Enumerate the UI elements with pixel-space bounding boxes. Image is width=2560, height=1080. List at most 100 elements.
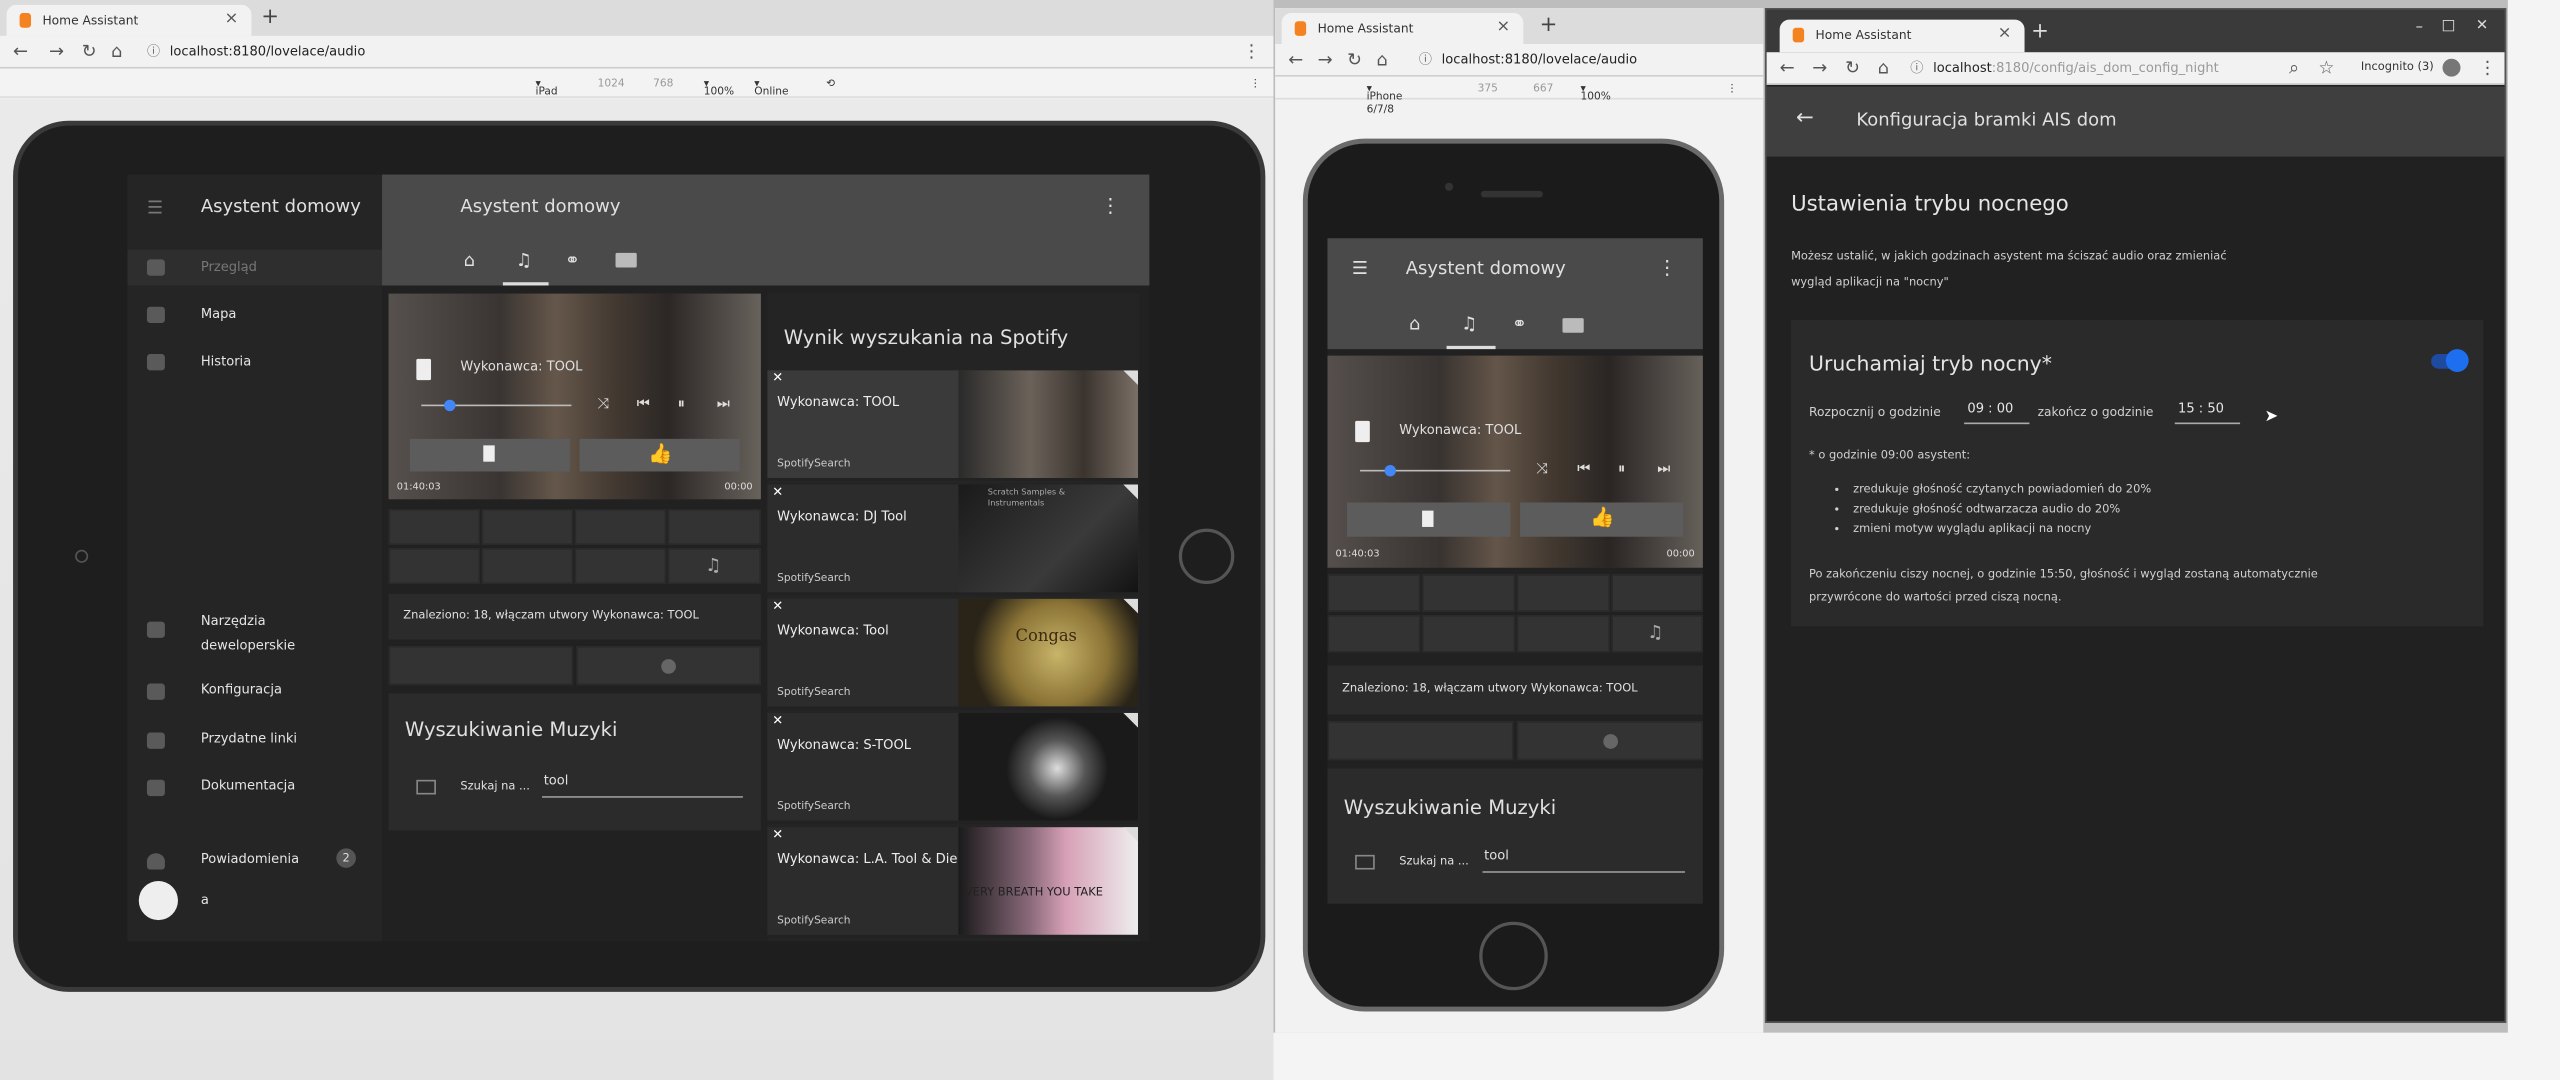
source-music[interactable]: ♫	[1611, 615, 1703, 653]
device-select[interactable]: iPhone 6/7/8 ▾	[1367, 82, 1403, 116]
remove-icon[interactable]: ✕	[772, 485, 783, 500]
volume-slider-knob[interactable]	[444, 399, 456, 412]
sidebar-item-mapa[interactable]: Mapa	[127, 299, 382, 335]
result-item[interactable]: VERY BREATH YOU TAKE ✕ Wykonawca: L.A. T…	[767, 827, 1138, 939]
right-browser-tab[interactable]: Home Assistant ×	[1779, 19, 2025, 53]
source-dlna[interactable]	[1516, 615, 1610, 653]
tab-home-icon[interactable]: ⌂	[464, 250, 475, 271]
close-tab-icon[interactable]: ×	[225, 10, 239, 28]
forward-icon[interactable]: →	[1318, 49, 1333, 70]
play-corner-icon[interactable]	[1123, 370, 1138, 386]
play-corner-icon[interactable]	[1123, 598, 1138, 614]
ipad-search-input[interactable]: tool	[542, 772, 743, 798]
window-maximize-button[interactable]: □	[2442, 18, 2456, 34]
config-back-icon[interactable]: ←	[1796, 106, 1814, 130]
tab-news-icon[interactable]	[1562, 318, 1584, 333]
ipad-home-button[interactable]	[1178, 528, 1235, 585]
iphone-menu-icon[interactable]: ☰	[1352, 258, 1368, 279]
shuffle-icon[interactable]: ⤨	[598, 396, 610, 412]
reload-icon[interactable]: ↻	[1347, 49, 1362, 70]
play-corner-icon[interactable]	[1123, 484, 1138, 500]
devbar-menu-icon[interactable]: ⋮	[1250, 77, 1261, 90]
back-icon[interactable]: ←	[1780, 57, 1795, 78]
left-address-bar[interactable]: ⓘ localhost:8180/lovelace/audio	[140, 39, 1120, 65]
tab-home-icon[interactable]: ⌂	[1409, 313, 1420, 334]
source-folder[interactable]	[1611, 574, 1703, 612]
tab-network-icon[interactable]: ⚭	[1512, 313, 1527, 334]
reload-icon[interactable]: ↻	[1845, 57, 1860, 78]
menu-dots-icon[interactable]: ⋮	[2478, 57, 2496, 78]
bookmark-button[interactable]	[1346, 502, 1511, 537]
device-height[interactable]: 667	[1533, 82, 1553, 95]
source-audiobooks[interactable]	[1422, 615, 1516, 653]
like-button[interactable]: 👍	[579, 438, 740, 472]
provider-youtube[interactable]	[388, 646, 574, 686]
iphone-home-button[interactable]	[1479, 921, 1548, 991]
result-item[interactable]: Congas ✕ Wykonawca: Tool SpotifySearch	[767, 598, 1138, 710]
network-select[interactable]: Online ▾	[754, 77, 788, 98]
middle-browser-tab[interactable]: Home Assistant ×	[1281, 13, 1524, 45]
bookmark-star-icon[interactable]: ☆	[2318, 57, 2334, 78]
next-icon[interactable]: ⏭	[717, 396, 730, 412]
start-time-input[interactable]: 09 : 00	[1964, 400, 2030, 425]
sidebar-item-konfiguracja[interactable]: Konfiguracja	[127, 677, 382, 713]
source-dlna[interactable]	[574, 548, 667, 585]
remove-icon[interactable]: ✕	[772, 713, 783, 728]
sidebar-item-narzedzia[interactable]: Narzędzia deweloperskie	[127, 609, 382, 661]
new-tab-button[interactable]: +	[2031, 20, 2049, 44]
middle-address-bar[interactable]: ⓘ localhost:8180/lovelace/audio	[1412, 47, 1739, 73]
left-browser-tab[interactable]: Home Assistant ×	[6, 4, 252, 36]
sidebar-item-przeglad[interactable]: Przegląd	[127, 249, 383, 286]
tab-news-icon[interactable]	[615, 252, 637, 268]
iphone-search-input[interactable]: tool	[1482, 847, 1685, 873]
tab-music-icon[interactable]: ♫	[516, 250, 532, 271]
pause-icon[interactable]: ⏸	[678, 396, 685, 412]
close-tab-icon[interactable]: ×	[1497, 18, 1511, 36]
ipad-overflow-menu-icon[interactable]: ⋮	[1100, 194, 1120, 217]
sidebar-item-dokumentacja[interactable]: Dokumentacja	[127, 773, 382, 809]
remove-icon[interactable]: ✕	[772, 370, 783, 385]
devbar-menu-icon[interactable]: ⋮	[1727, 82, 1738, 95]
device-width[interactable]: 1024	[598, 77, 625, 90]
source-folder[interactable]	[667, 508, 761, 545]
new-tab-button[interactable]: +	[261, 5, 279, 29]
iphone-overflow-menu-icon[interactable]: ⋮	[1657, 256, 1677, 279]
volume-slider-knob[interactable]	[1384, 464, 1396, 477]
device-height[interactable]: 768	[653, 77, 673, 90]
previous-icon[interactable]: ⏮	[637, 396, 650, 412]
home-icon[interactable]: ⌂	[1878, 57, 1889, 78]
night-mode-toggle[interactable]	[2431, 349, 2469, 372]
sidebar-item-linki[interactable]: Przydatne linki	[127, 726, 382, 762]
remove-icon[interactable]: ✕	[772, 599, 783, 614]
device-select[interactable]: iPad ▾	[536, 77, 558, 98]
rotate-icon[interactable]: ⟲	[826, 77, 835, 90]
remove-icon[interactable]: ✕	[772, 827, 783, 842]
menu-dots-icon[interactable]: ⋮	[1242, 41, 1260, 62]
forward-icon[interactable]: →	[49, 41, 64, 62]
source-podcast[interactable]	[388, 548, 481, 585]
incognito-label[interactable]: Incognito (3)	[2361, 60, 2434, 73]
sidebar-item-historia[interactable]: Historia	[127, 346, 382, 382]
source-bookmarks[interactable]	[481, 508, 574, 545]
sidebar-item-powiadomienia[interactable]: Powiadomienia 2	[127, 847, 382, 883]
next-icon[interactable]: ⏭	[1657, 462, 1670, 478]
source-favorites[interactable]	[1327, 574, 1421, 612]
result-item[interactable]: ✕ Wykonawca: TOOL SpotifySearch	[767, 370, 1138, 482]
home-icon[interactable]: ⌂	[1376, 49, 1387, 70]
source-podcast[interactable]	[1327, 615, 1421, 653]
like-button[interactable]: 👍	[1520, 502, 1684, 537]
right-address-bar[interactable]: ⓘ localhost:8180/config/ais_dom_config_n…	[1904, 55, 2296, 81]
tab-network-icon[interactable]: ⚭	[565, 250, 580, 271]
zoom-select[interactable]: 100% ▾	[1580, 82, 1610, 103]
play-corner-icon[interactable]	[1123, 827, 1138, 842]
zoom-icon[interactable]: ⌕	[2289, 57, 2299, 80]
provider-spotify[interactable]	[576, 646, 761, 686]
forward-icon[interactable]: →	[1812, 57, 1827, 78]
new-tab-button[interactable]: +	[1540, 13, 1558, 37]
back-icon[interactable]: ←	[1288, 49, 1303, 70]
end-time-input[interactable]: 15 : 50	[2174, 400, 2241, 425]
volume-slider-track[interactable]	[1360, 469, 1511, 472]
source-radio[interactable]	[574, 508, 667, 545]
zoom-select[interactable]: 100% ▾	[704, 77, 734, 98]
source-radio[interactable]	[1516, 574, 1610, 612]
